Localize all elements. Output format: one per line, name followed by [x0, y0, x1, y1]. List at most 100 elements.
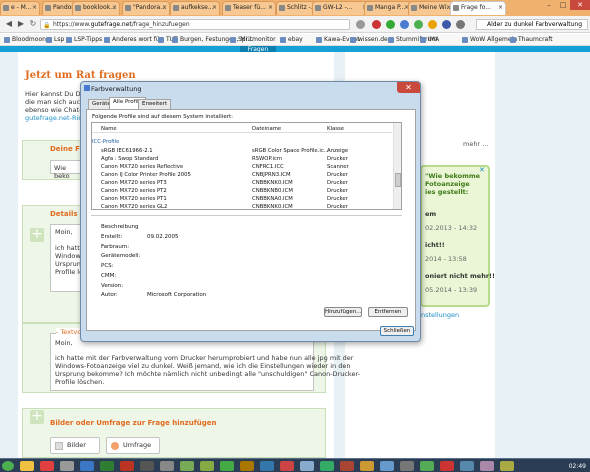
minimize-icon[interactable]: –: [542, 0, 556, 10]
app-icon[interactable]: [240, 461, 254, 471]
bookmark-item[interactable]: LSP-Tipps: [66, 36, 102, 43]
extension-icon[interactable]: [400, 20, 409, 29]
app-icon[interactable]: [40, 461, 54, 471]
bookmark-item[interactable]: ebay: [280, 36, 303, 43]
profile-row[interactable]: sRGB IEC61966-2.1 sRGB Color Space Profil…: [92, 147, 392, 155]
tab-label: booklook...: [83, 4, 116, 11]
tab-item[interactable]: Manga P... ×: [364, 1, 412, 15]
bookmark-item[interactable]: Spritmonitor: [230, 36, 276, 43]
profile-row[interactable]: Canon MX720 series PT3 CNBBKNK0.ICM Drucke…: [92, 179, 392, 187]
tab-item[interactable]: Teaser fü... ×: [222, 1, 276, 15]
bookmark-item[interactable]: Bloodmoon: [4, 36, 46, 43]
popup-mid: oniert nicht mehr!!: [425, 272, 495, 280]
app-icon[interactable]: [380, 461, 394, 471]
tab-item[interactable]: e - M... ×: [0, 1, 40, 15]
question-input[interactable]: Wie beko: [50, 160, 82, 180]
close-tab-icon[interactable]: ×: [162, 4, 167, 11]
scroll-thumb[interactable]: [395, 173, 401, 187]
profile-row[interactable]: Canon MX720 series GL2 CNBBKNK0.ICM Drucke…: [92, 203, 392, 209]
app-icon[interactable]: [360, 461, 374, 471]
app-icon[interactable]: [320, 461, 334, 471]
back-icon[interactable]: ◀: [4, 19, 14, 29]
extension-icon[interactable]: [386, 20, 395, 29]
add-button[interactable]: Hinzufügen...: [324, 307, 362, 317]
menu-icon[interactable]: [456, 20, 465, 29]
close-button[interactable]: Schließen: [380, 326, 414, 336]
app-icon[interactable]: [120, 461, 134, 471]
favicon-icon: [125, 5, 131, 11]
app-icon[interactable]: [80, 461, 94, 471]
app-icon[interactable]: [460, 461, 474, 471]
reload-icon[interactable]: ↻: [28, 19, 38, 29]
tab-item[interactable]: Meine Wi... ×: [408, 1, 454, 15]
clock: 02:49: [568, 463, 586, 470]
close-tab-icon[interactable]: ×: [498, 4, 503, 11]
explorer-icon[interactable]: [20, 461, 34, 471]
close-tab-icon[interactable]: ×: [268, 4, 273, 11]
settings-link[interactable]: nstellungen: [421, 311, 459, 319]
profile-list[interactable]: Name Dateiname Klasse ICC-Profile sRGB I…: [91, 122, 402, 210]
bookmark-item[interactable]: wissen.de: [350, 36, 388, 43]
app-icon[interactable]: [300, 461, 314, 471]
app-icon[interactable]: [500, 461, 514, 471]
profile-row[interactable]: Canon IJ Color Printer Profile 2005 CNBJP…: [92, 171, 392, 179]
app-icon[interactable]: [260, 461, 274, 471]
app-icon[interactable]: [220, 461, 234, 471]
app-icon[interactable]: [340, 461, 354, 471]
close-tab-icon[interactable]: ×: [212, 4, 217, 11]
url-input[interactable]: 🔒 https://www.gutefrage.net/frage_hinzuf…: [40, 19, 350, 30]
bookmark-item[interactable]: WoW Allgemein: [462, 36, 517, 43]
intro-link[interactable]: gutefrage.net-Rich: [25, 114, 86, 122]
tab-advanced[interactable]: Erweitert: [138, 99, 172, 109]
close-icon[interactable]: ✕: [397, 82, 420, 93]
remove-button[interactable]: Entfernen: [368, 307, 408, 317]
search-input[interactable]: Alder zu dunkel Farbverwaltung: [476, 19, 588, 30]
start-icon[interactable]: [2, 461, 14, 471]
extension-icon[interactable]: [442, 20, 451, 29]
app-icon[interactable]: [180, 461, 194, 471]
excel-icon[interactable]: [100, 461, 114, 471]
maximize-icon[interactable]: □: [556, 0, 570, 10]
bookmark-item[interactable]: Lsp: [46, 36, 64, 43]
tab-item[interactable]: Frage fo... ×: [450, 1, 506, 15]
profile-row[interactable]: Canon MX720 series PT1 CNBBKNA0.ICM Drucke…: [92, 195, 392, 203]
app-icon[interactable]: [160, 461, 174, 471]
lock-icon: 🔒: [43, 22, 51, 29]
forward-icon[interactable]: ▶: [16, 19, 26, 29]
bilder-button[interactable]: Bilder: [50, 437, 100, 454]
tab-item[interactable]: GW-L2 -...×: [312, 1, 370, 15]
tab-item[interactable]: "Pandora... ×: [122, 1, 170, 15]
app-icon[interactable]: [140, 461, 154, 471]
col-name[interactable]: Name: [101, 125, 117, 133]
tab-item[interactable]: aufkekse... ×: [170, 1, 220, 15]
extension-icon[interactable]: [372, 20, 381, 29]
app-icon[interactable]: [420, 461, 434, 471]
extension-icon[interactable]: [428, 20, 437, 29]
bookmark-icon: [388, 37, 394, 43]
col-filename[interactable]: Dateiname: [252, 125, 281, 133]
app-icon[interactable]: [200, 461, 214, 471]
app-icon[interactable]: [400, 461, 414, 471]
app-icon[interactable]: [480, 461, 494, 471]
bookmark-item[interactable]: Thaumcraft: [510, 36, 553, 43]
scrollbar[interactable]: [393, 123, 401, 209]
tab-item[interactable]: booklook... ×: [72, 1, 120, 15]
profile-row[interactable]: Canon MX720 series Reflective CNFRC1.ICC S…: [92, 163, 392, 171]
umfrage-button[interactable]: Umfrage: [106, 437, 160, 454]
extension-icon[interactable]: [414, 20, 423, 29]
close-tab-icon[interactable]: ×: [32, 4, 37, 11]
profile-row[interactable]: Agfa : Swop Standard RSWOP.icm Drucker: [92, 155, 392, 163]
profile-cell: Drucker: [327, 180, 348, 186]
mehr-link[interactable]: mehr ...: [463, 140, 488, 148]
tab-label: GW-L2 -...: [323, 4, 353, 11]
close-tab-icon[interactable]: ×: [112, 4, 117, 11]
app-icon[interactable]: [280, 461, 294, 471]
close-icon[interactable]: ✕: [570, 0, 590, 10]
app-icon[interactable]: [440, 461, 454, 471]
col-class[interactable]: Klasse: [327, 125, 344, 133]
bookmark-item[interactable]: IMA: [420, 36, 439, 43]
profile-row[interactable]: Canon MX720 series PT2 CNBBKNB0.ICM Drucke…: [92, 187, 392, 195]
app-icon[interactable]: [60, 461, 74, 471]
star-icon[interactable]: [356, 20, 365, 29]
bookmark-item[interactable]: Anderes wort für: [104, 36, 162, 43]
